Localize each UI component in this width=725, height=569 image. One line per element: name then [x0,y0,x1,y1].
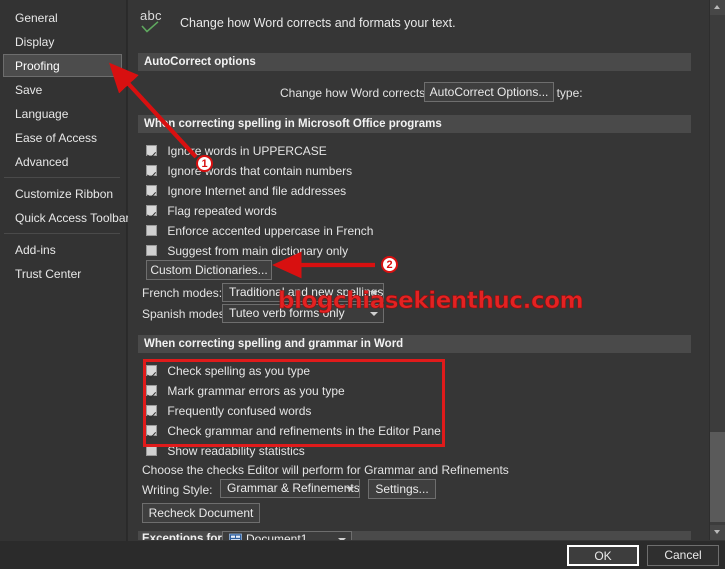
panel-header-text: Change how Word corrects and formats you… [180,16,456,30]
scrollbar-thumb[interactable] [710,432,725,522]
annotation-red-box-grammar [143,359,445,447]
sidebar-divider-2 [4,233,120,234]
checkbox-ignore-uppercase[interactable] [146,145,157,157]
checkbox-ignore-numbers[interactable] [146,165,157,177]
custom-dictionaries-button[interactable]: Custom Dictionaries... [146,260,272,280]
autocorrect-options-button[interactable]: AutoCorrect Options... [424,82,554,102]
scroll-down-arrow-icon [714,530,720,534]
writing-style-label: Writing Style: [142,483,213,497]
green-check-icon [141,21,159,33]
checkbox-row-ignore-internet-addresses[interactable]: Ignore Internet and file addresses [146,183,346,203]
dialog-footer: OK Cancel [0,541,725,569]
sidebar-item-customize-ribbon[interactable]: Customize Ribbon [3,182,122,205]
abc-spellcheck-icon: abc [138,8,172,40]
checkbox-label-ignore-uppercase: Ignore words in UPPERCASE [167,143,327,158]
checkbox-ignore-internet-addresses[interactable] [146,185,157,197]
watermark-text: blogchiasekienthuc.com [278,288,584,315]
scrollbar-down-button[interactable] [710,525,725,540]
checkbox-label-enforce-accented-uppercase: Enforce accented uppercase in French [167,223,374,238]
checkbox-label-ignore-internet-addresses: Ignore Internet and file addresses [167,183,347,198]
annotation-badge-2: 2 [381,256,398,273]
writing-style-select[interactable]: Grammar & Refinements [220,479,360,498]
sidebar-item-language[interactable]: Language [3,102,122,125]
sidebar-nav: General Display Proofing Save Language E… [0,0,130,569]
checkbox-row-ignore-numbers[interactable]: Ignore words that contain numbers [146,163,352,183]
proofing-scroll-content: abc Change how Word corrects and formats… [128,2,701,540]
sidebar-item-general[interactable]: General [3,6,122,29]
document-icon [229,533,242,540]
sidebar-item-proofing[interactable]: Proofing [3,54,122,77]
section-autocorrect-options: AutoCorrect options [138,53,691,71]
exceptions-select[interactable]: Document1 [222,531,352,540]
sidebar-item-ease-of-access[interactable]: Ease of Access [3,126,122,149]
chevron-down-icon-exceptions[interactable] [338,538,346,540]
writing-style-value: Grammar & Refinements [227,481,360,495]
sidebar-divider-1 [4,177,120,178]
checkbox-label-suggest-main-dictionary: Suggest from main dictionary only [167,243,349,258]
sidebar-item-add-ins[interactable]: Add-ins [3,238,122,261]
choose-checks-text: Choose the checks Editor will perform fo… [142,463,509,477]
sidebar-item-display[interactable]: Display [3,30,122,53]
exceptions-value: Document1 [246,532,308,540]
checkbox-row-ignore-uppercase[interactable]: Ignore words in UPPERCASE [146,143,327,163]
annotation-badge-1: 1 [196,155,213,172]
sidebar-item-advanced[interactable]: Advanced [3,150,122,173]
checkbox-row-flag-repeated-words[interactable]: Flag repeated words [146,203,277,223]
options-dialog: General Display Proofing Save Language E… [0,0,725,569]
proofing-panel: abc Change how Word corrects and formats… [128,0,725,569]
ok-button[interactable]: OK [567,545,639,566]
sidebar-item-save[interactable]: Save [3,78,122,101]
chevron-down-icon-writing-style[interactable] [346,487,354,491]
checkbox-label-flag-repeated-words: Flag repeated words [167,203,277,218]
panel-header: abc Change how Word corrects and formats… [138,8,456,40]
checkbox-flag-repeated-words[interactable] [146,205,157,217]
sidebar-item-trust-center[interactable]: Trust Center [3,262,122,285]
checkbox-row-enforce-accented-uppercase[interactable]: Enforce accented uppercase in French [146,223,373,243]
scroll-up-arrow-icon [714,5,720,9]
sidebar-item-quick-access-toolbar[interactable]: Quick Access Toolbar [3,206,130,229]
checkbox-suggest-main-dictionary[interactable] [146,245,157,257]
recheck-document-button[interactable]: Recheck Document [142,503,260,523]
checkbox-enforce-accented-uppercase[interactable] [146,225,157,237]
french-modes-label: French modes: [142,286,223,300]
exceptions-label: Exceptions for: [142,533,226,540]
section-office-spelling: When correcting spelling in Microsoft Of… [138,115,691,133]
spanish-modes-label: Spanish modes: [142,307,229,321]
cancel-button[interactable]: Cancel [647,545,719,566]
checkbox-label-ignore-numbers: Ignore words that contain numbers [167,163,353,178]
grammar-settings-button[interactable]: Settings... [368,479,436,499]
vertical-scrollbar[interactable] [709,0,725,540]
section-word-grammar: When correcting spelling and grammar in … [138,335,691,353]
scrollbar-up-button[interactable] [710,0,725,15]
